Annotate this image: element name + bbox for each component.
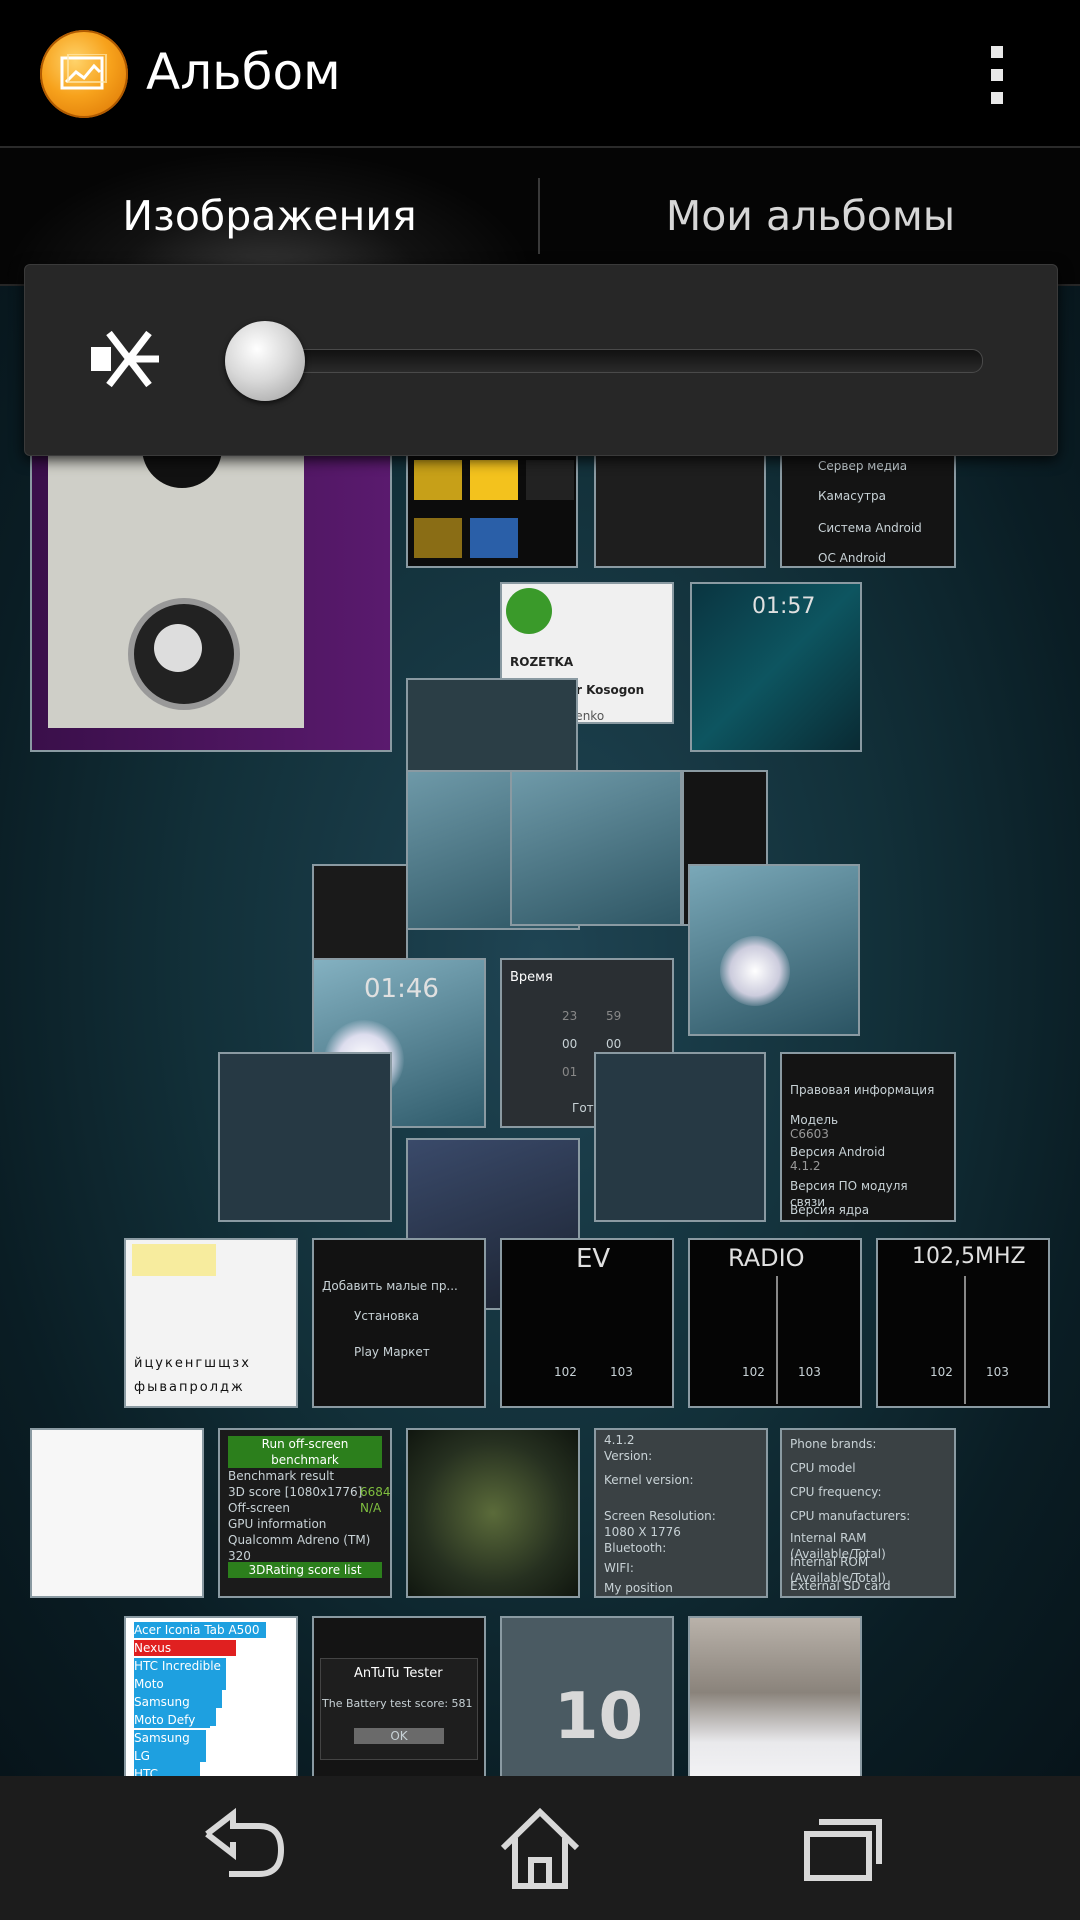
back-icon[interactable] (185, 1804, 295, 1894)
photo-thumbnail[interactable]: Acer Iconia Tab A500 Nexus HTC Incredibl… (124, 1616, 298, 1776)
photo-thumbnail[interactable]: 01:57 (690, 582, 862, 752)
zoom-slider-track[interactable] (235, 349, 983, 373)
gallery-icon[interactable] (40, 30, 128, 118)
zoom-out-icon[interactable] (87, 327, 167, 391)
action-bar: Альбом (0, 0, 1080, 148)
tab-divider (538, 178, 540, 254)
photo-grid: Сервер медиа Камасутра Система Android O… (0, 286, 1080, 1776)
recent-apps-icon[interactable] (785, 1804, 895, 1894)
photo-thumbnail[interactable] (510, 770, 682, 926)
photo-thumbnail[interactable] (688, 1616, 862, 1776)
photo-thumbnail[interactable] (688, 864, 860, 1036)
photo-thumbnail[interactable] (594, 446, 766, 568)
photo-thumbnail[interactable]: Добавить малые пр... Установка Play Марк… (312, 1238, 486, 1408)
photo-thumbnail[interactable]: 10 (500, 1616, 674, 1776)
zoom-slider-thumb[interactable] (225, 321, 305, 401)
photo-thumbnail[interactable]: AnTuTu Tester The Battery test score: 58… (312, 1616, 486, 1776)
photo-thumbnail[interactable]: йцукенгшщзх фывапролдж (124, 1238, 298, 1408)
photo-thumbnail[interactable]: Сервер медиа Камасутра Система Android O… (780, 446, 956, 568)
photo-thumbnail[interactable] (218, 1052, 392, 1222)
navigation-bar (0, 1776, 1080, 1920)
photo-thumbnail[interactable] (406, 446, 578, 568)
photo-thumbnail[interactable]: 4.1.2 Version: Kernel version: Screen Re… (594, 1428, 768, 1598)
photo-thumbnail[interactable]: EV 102 103 (500, 1238, 674, 1408)
photo-thumbnail[interactable]: RADIO 102 103 (688, 1238, 862, 1408)
photo-thumbnail[interactable] (312, 864, 408, 964)
overflow-menu-icon[interactable] (978, 40, 1018, 110)
photo-thumbnail[interactable]: Phone brands: CPU model CPU frequency: C… (780, 1428, 956, 1598)
app-title: Альбом (146, 43, 341, 101)
photo-thumbnail[interactable] (30, 446, 392, 752)
photo-thumbnail[interactable]: Run off-screen benchmark Benchmark resul… (218, 1428, 392, 1598)
photo-thumbnail[interactable] (406, 678, 578, 772)
photo-thumbnail[interactable]: 102,5MHZ 102 103 (876, 1238, 1050, 1408)
photo-thumbnail[interactable] (594, 1052, 766, 1222)
photo-thumbnail[interactable]: Правовая информация Модель C6603 Версия … (780, 1052, 956, 1222)
photo-thumbnail[interactable] (30, 1428, 204, 1598)
zoom-popup (24, 264, 1058, 456)
photo-thumbnail[interactable] (406, 1428, 580, 1598)
home-icon[interactable] (485, 1804, 595, 1894)
